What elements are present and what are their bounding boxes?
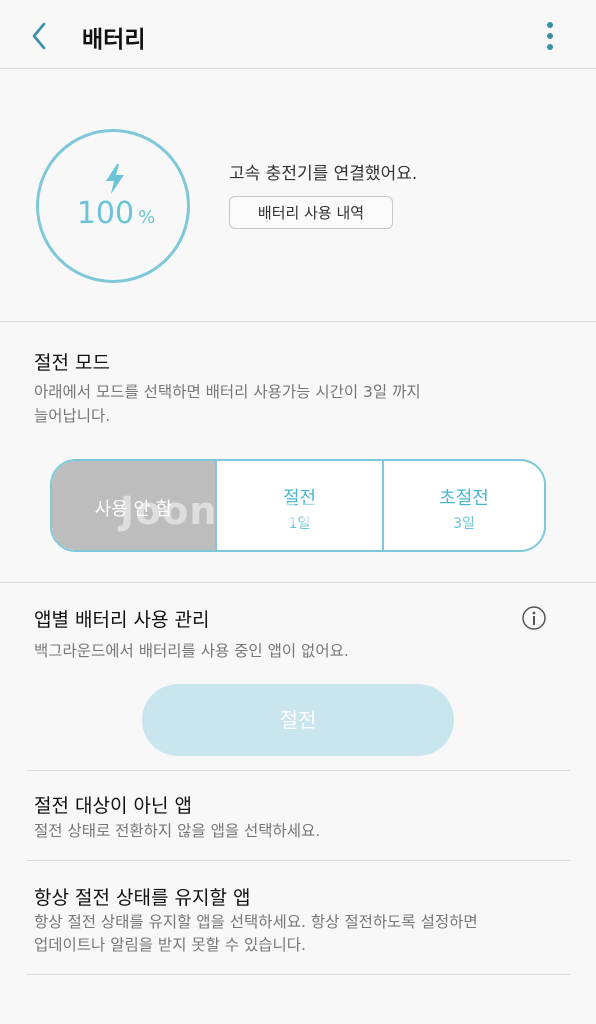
power-saving-section: 절전 모드 아래에서 모드를 선택하면 배터리 사용가능 시간이 3일 까지 늘… — [0, 322, 596, 583]
list-item-description: 절전 상태로 전환하지 않을 앱을 선택하세요. — [34, 822, 321, 840]
mode-option-duration: 1일 — [288, 516, 311, 532]
list-item-title: 절전 대상이 아닌 앱 — [34, 795, 192, 817]
charger-status: 고속 충전기를 연결했어요. — [229, 164, 418, 184]
battery-level-ring: 100% — [36, 129, 190, 283]
power-saving-description: 아래에서 모드를 선택하면 배터리 사용가능 시간이 3일 까지 늘어납니다. — [34, 380, 421, 428]
divider — [27, 860, 570, 861]
app-battery-management-section: 앱별 배터리 사용 관리 백그라운드에서 배터리를 사용 중인 앱이 없어요. … — [0, 583, 596, 1024]
info-button[interactable] — [521, 605, 547, 631]
mode-option-duration: 3일 — [453, 516, 475, 532]
battery-level-value: 100 — [76, 196, 135, 231]
power-saving-title: 절전 모드 — [34, 352, 110, 374]
more-options-button[interactable] — [536, 18, 564, 54]
battery-level-unit: % — [138, 207, 156, 228]
battery-percentage: 100% — [39, 196, 193, 231]
mode-option-ultra-saving[interactable]: 초절전 3일 — [382, 461, 544, 550]
app-management-description: 백그라운드에서 배터리를 사용 중인 앱이 없어요. — [34, 642, 349, 660]
chevron-left-icon — [32, 22, 46, 50]
more-vertical-icon — [547, 22, 553, 50]
mode-option-label: 초절전 — [439, 488, 489, 509]
info-circle-icon — [522, 606, 546, 630]
mode-option-label: 사용 안 함 — [94, 499, 173, 520]
list-item-description: 항상 절전 상태를 유지할 앱을 선택하세요. 항상 절전하도록 설정하면 업데… — [34, 911, 554, 957]
power-mode-selector: 사용 안 함 절전 1일 초절전 3일 — [50, 459, 546, 552]
divider — [27, 974, 570, 975]
battery-status-section: 100% 고속 충전기를 연결했어요. 배터리 사용 내역 — [0, 69, 596, 322]
battery-usage-button[interactable]: 배터리 사용 내역 — [229, 196, 393, 229]
app-management-title: 앱별 배터리 사용 관리 — [34, 609, 210, 631]
mode-option-label: 절전 — [282, 488, 317, 509]
lightning-bolt-icon — [106, 164, 124, 194]
back-button[interactable] — [22, 18, 58, 54]
list-item-description-line: 업데이트나 알림을 받지 못할 수 있습니다. — [34, 936, 306, 954]
page-title: 배터리 — [82, 27, 146, 53]
save-power-button[interactable]: 절전 — [142, 684, 454, 756]
power-saving-description-line: 아래에서 모드를 선택하면 배터리 사용가능 시간이 3일 까지 — [34, 383, 421, 401]
mode-option-off[interactable]: 사용 안 함 — [52, 461, 215, 550]
app-bar: 배터리 — [0, 0, 596, 69]
list-item-title: 항상 절전 상태를 유지할 앱 — [34, 887, 251, 909]
power-saving-description-line: 늘어납니다. — [34, 407, 111, 425]
divider — [27, 770, 570, 771]
list-item-description-line: 항상 절전 상태를 유지할 앱을 선택하세요. 항상 절전하도록 설정하면 — [34, 913, 478, 931]
mode-option-saving[interactable]: 절전 1일 — [215, 461, 382, 550]
